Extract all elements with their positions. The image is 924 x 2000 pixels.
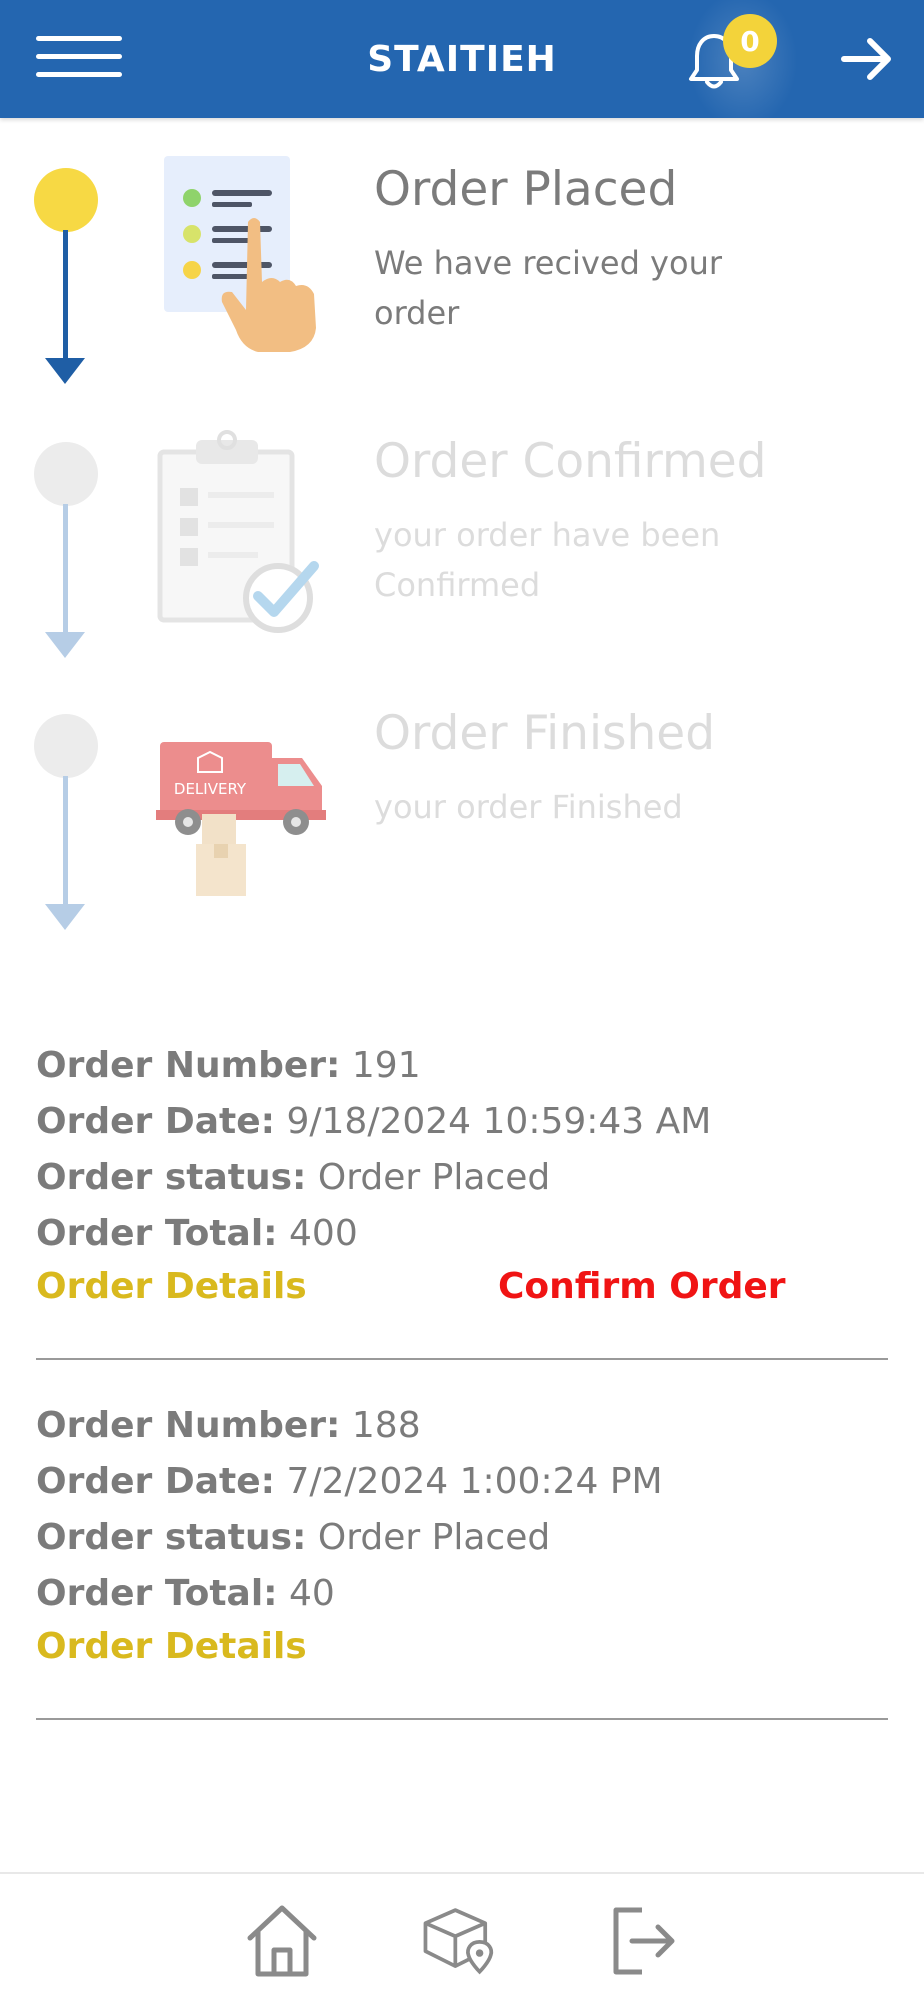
step-title: Order Placed xyxy=(374,162,678,217)
order-number-row: Order Number: 188 xyxy=(36,1398,888,1454)
order-number-label: Order Number: xyxy=(36,1405,341,1446)
order-number-value: 191 xyxy=(351,1045,421,1086)
order-details-link[interactable]: Order Details xyxy=(36,1266,307,1307)
notification-badge: 0 xyxy=(723,14,777,68)
order-details-link[interactable]: Order Details xyxy=(36,1626,307,1667)
delivery-illustration-text: DELIVERY xyxy=(174,780,247,798)
step-title: Order Confirmed xyxy=(374,434,767,489)
step-indicator-dot xyxy=(34,714,98,778)
order-status-label: Order status: xyxy=(36,1517,307,1558)
order-date-row: Order Date: 9/18/2024 10:59:43 AM xyxy=(36,1094,888,1150)
order-status-row: Order status: Order Placed xyxy=(36,1510,888,1566)
order-total-label: Order Total: xyxy=(36,1213,278,1254)
logout-icon[interactable] xyxy=(602,1898,686,1982)
confirm-order-button[interactable]: Confirm Order xyxy=(498,1266,786,1307)
arrow-down-icon xyxy=(45,358,85,384)
step-order-placed: Order Placed We have recived your order xyxy=(0,152,924,422)
step-description: We have recived your order xyxy=(374,244,722,332)
hamburger-menu-icon[interactable] xyxy=(36,34,122,80)
order-total-row: Order Total: 40 xyxy=(36,1566,888,1622)
order-total-value: 40 xyxy=(289,1573,335,1614)
home-icon[interactable] xyxy=(240,1898,324,1982)
step-description: your order have been Confirmed xyxy=(374,516,721,604)
order-date-label: Order Date: xyxy=(36,1461,276,1502)
order-date-row: Order Date: 7/2/2024 1:00:24 PM xyxy=(36,1454,888,1510)
order-status-label: Order status: xyxy=(36,1157,307,1198)
step-connector xyxy=(63,230,68,358)
top-app-bar: STAITIEH 0 xyxy=(0,0,924,118)
order-total-value: 400 xyxy=(289,1213,358,1254)
order-date-label: Order Date: xyxy=(36,1101,276,1142)
order-card: Order Number: 191 Order Date: 9/18/2024 … xyxy=(36,1038,888,1307)
order-status-row: Order status: Order Placed xyxy=(36,1150,888,1206)
step-connector xyxy=(63,776,68,904)
order-status-value: Order Placed xyxy=(317,1517,551,1558)
step-title: Order Finished xyxy=(374,706,716,761)
arrow-down-icon xyxy=(45,904,85,930)
order-date-value: 9/18/2024 10:59:43 AM xyxy=(286,1101,712,1142)
checklist-hand-icon xyxy=(164,156,316,352)
delivery-van-icon: DELIVERY xyxy=(156,742,326,896)
step-description: your order Finished xyxy=(374,788,683,826)
step-indicator-dot xyxy=(34,168,98,232)
order-number-value: 188 xyxy=(351,1405,421,1446)
step-connector xyxy=(63,504,68,632)
step-order-confirmed: Order Confirmed your order have been Con… xyxy=(0,424,924,694)
step-indicator-dot xyxy=(34,442,98,506)
order-status-value: Order Placed xyxy=(317,1157,551,1198)
step-order-finished: DELIVERY Order Finished your order Finis… xyxy=(0,696,924,966)
divider xyxy=(36,1358,888,1360)
order-total-label: Order Total: xyxy=(36,1573,278,1614)
arrow-right-icon[interactable] xyxy=(838,30,896,88)
order-number-label: Order Number: xyxy=(36,1045,341,1086)
order-total-row: Order Total: 400 xyxy=(36,1206,888,1262)
order-card: Order Number: 188 Order Date: 7/2/2024 1… xyxy=(36,1398,888,1667)
package-location-icon[interactable] xyxy=(418,1898,502,1982)
order-date-value: 7/2/2024 1:00:24 PM xyxy=(286,1461,663,1502)
clipboard-check-icon xyxy=(157,430,319,633)
arrow-down-icon xyxy=(45,632,85,658)
divider xyxy=(36,1718,888,1720)
bottom-navigation xyxy=(0,1872,924,2000)
app-title: STAITIEH xyxy=(367,38,557,80)
order-number-row: Order Number: 191 xyxy=(36,1038,888,1094)
